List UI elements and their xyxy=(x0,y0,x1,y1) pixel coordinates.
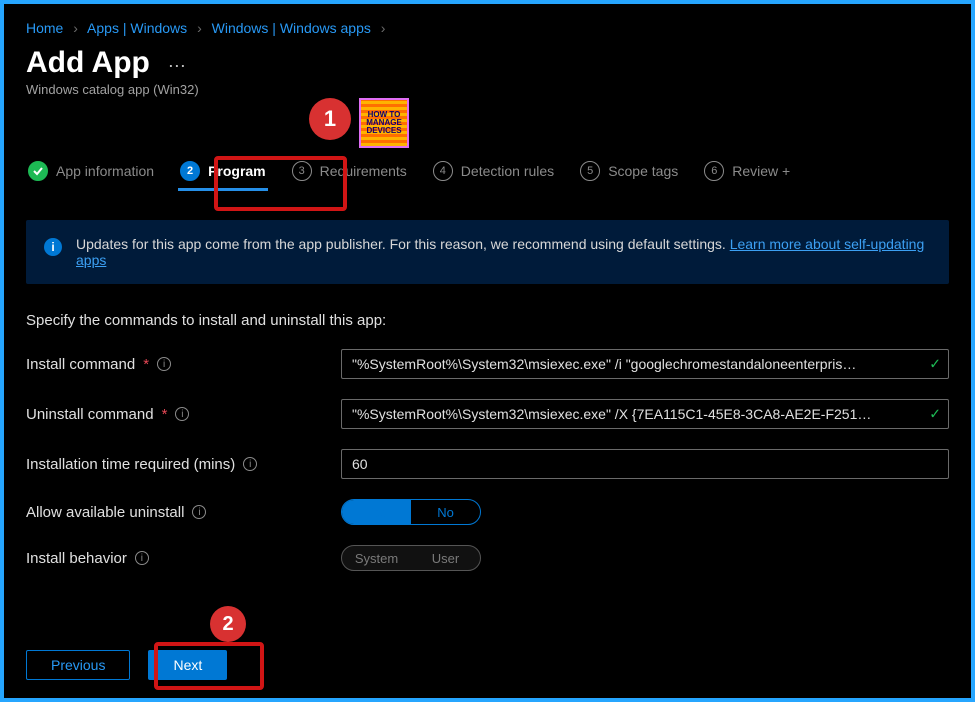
check-icon: ✓ xyxy=(929,356,941,373)
check-icon: ✓ xyxy=(929,406,941,423)
toggle-yes[interactable]: Yes xyxy=(342,500,411,524)
install-behavior-label: Install behavior i xyxy=(26,550,341,567)
more-actions-button[interactable]: ⋯ xyxy=(164,54,190,79)
breadcrumb-winapps[interactable]: Windows | Windows apps xyxy=(212,20,371,36)
tab-detection-rules[interactable]: 4 Detection rules xyxy=(431,153,556,189)
install-command-label: Install command * i xyxy=(26,356,341,373)
annotation-badge-2: 2 xyxy=(210,606,246,642)
brand-logo: HOW TO MANAGE DEVICES xyxy=(359,98,409,148)
step-number: 5 xyxy=(580,161,600,181)
tab-app-information[interactable]: App information xyxy=(26,153,156,189)
annotation-badge-1: 1 xyxy=(309,98,351,140)
tab-review-label: Review + xyxy=(732,163,790,179)
info-banner-text: Updates for this app come from the app p… xyxy=(76,236,931,268)
toggle-no[interactable]: No xyxy=(411,500,480,524)
info-icon[interactable]: i xyxy=(157,357,171,371)
info-icon[interactable]: i xyxy=(175,407,189,421)
chevron-right-icon: › xyxy=(197,20,202,36)
tab-requirements[interactable]: 3 Requirements xyxy=(290,153,409,189)
tab-program[interactable]: 2 Program xyxy=(178,153,268,189)
next-button[interactable]: Next xyxy=(148,650,227,680)
breadcrumb-home[interactable]: Home xyxy=(26,20,63,36)
tab-detection-rules-label: Detection rules xyxy=(461,163,554,179)
info-icon[interactable]: i xyxy=(192,505,206,519)
page-title: Add App xyxy=(26,46,150,80)
info-banner: i Updates for this app come from the app… xyxy=(26,220,949,284)
chevron-right-icon: › xyxy=(73,20,78,36)
tab-scope-tags[interactable]: 5 Scope tags xyxy=(578,153,680,189)
page-subtitle: Windows catalog app (Win32) xyxy=(26,82,949,97)
tab-requirements-label: Requirements xyxy=(320,163,407,179)
tab-program-label: Program xyxy=(208,163,266,179)
info-icon[interactable]: i xyxy=(135,551,149,565)
install-behavior-toggle: System User xyxy=(341,545,481,571)
install-time-label: Installation time required (mins) i xyxy=(26,456,341,473)
install-time-input[interactable] xyxy=(341,449,949,479)
step-number: 6 xyxy=(704,161,724,181)
info-icon[interactable]: i xyxy=(243,457,257,471)
check-icon xyxy=(28,161,48,181)
install-command-input[interactable] xyxy=(341,349,949,379)
breadcrumb-apps[interactable]: Apps | Windows xyxy=(87,20,187,36)
step-number: 4 xyxy=(433,161,453,181)
info-text: Updates for this app come from the app p… xyxy=(76,236,730,252)
chevron-right-icon: › xyxy=(381,20,386,36)
uninstall-command-input[interactable] xyxy=(341,399,949,429)
tab-review[interactable]: 6 Review + xyxy=(702,153,792,189)
tab-app-information-label: App information xyxy=(56,163,154,179)
info-icon: i xyxy=(44,238,62,256)
uninstall-command-label: Uninstall command * i xyxy=(26,406,341,423)
section-heading: Specify the commands to install and unin… xyxy=(26,312,949,329)
wizard-tabs: App information 2 Program 3 Requirements… xyxy=(26,153,949,190)
toggle-system: System xyxy=(342,546,411,570)
toggle-user: User xyxy=(411,546,480,570)
previous-button[interactable]: Previous xyxy=(26,650,130,680)
breadcrumb: Home › Apps | Windows › Windows | Window… xyxy=(26,20,949,36)
allow-uninstall-toggle[interactable]: Yes No xyxy=(341,499,481,525)
step-number: 3 xyxy=(292,161,312,181)
step-number: 2 xyxy=(180,161,200,181)
tab-scope-tags-label: Scope tags xyxy=(608,163,678,179)
allow-uninstall-label: Allow available uninstall i xyxy=(26,504,341,521)
